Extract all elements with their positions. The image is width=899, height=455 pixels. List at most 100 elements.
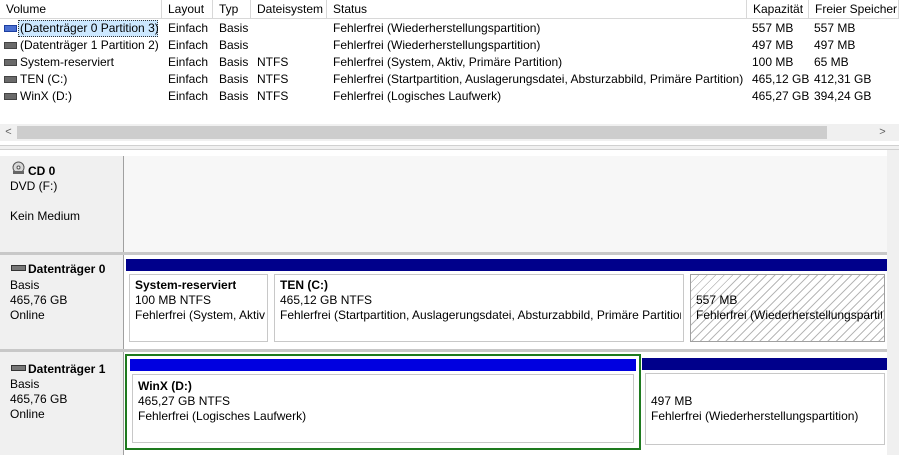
volume-type: Basis	[219, 72, 249, 86]
volume-name: WinX (D:)	[20, 89, 72, 103]
cd-drive-icon	[12, 161, 25, 174]
volume-status: Fehlerfrei (Wiederherstellungspartition)	[333, 21, 541, 35]
disk-row-1: Datenträger 1 Basis 465,76 GB Online Win…	[0, 352, 899, 455]
volume-icon	[4, 59, 17, 66]
hard-disk-icon	[11, 265, 26, 271]
column-header-free-space[interactable]: Freier Speicher	[809, 0, 899, 19]
volume-name: (Datenträger 1 Partition 2)	[20, 38, 159, 52]
volume-name: (Datenträger 0 Partition 3)	[20, 21, 159, 35]
partition-recovery-1[interactable]: 497 MB Fehlerfrei (Wiederherstellungspar…	[642, 358, 888, 448]
partition-status: Fehlerfrei (Startpartition, Auslagerungs…	[280, 308, 681, 322]
volume-row[interactable]: (Datenträger 1 Partition 2) Einfach Basi…	[0, 37, 899, 54]
partition-bar	[642, 358, 888, 370]
column-header-layout[interactable]: Layout	[162, 0, 213, 19]
volume-status: Fehlerfrei (Wiederherstellungspartition)	[333, 38, 541, 52]
volume-name: System-reserviert	[20, 55, 115, 69]
disk-label-cd0[interactable]: CD 0 DVD (F:) Kein Medium	[0, 156, 124, 252]
volume-status: Fehlerfrei (Startpartition, Auslagerungs…	[333, 72, 744, 86]
disk0-partitions: System-reserviert 100 MB NTFS Fehlerfrei…	[124, 255, 888, 349]
partition-size: 557 MB	[696, 293, 738, 307]
scroll-right-arrow-icon[interactable]: >	[874, 124, 891, 141]
disk-title: Datenträger 1	[28, 362, 106, 376]
column-header-status[interactable]: Status	[327, 0, 747, 19]
disk-state: Online	[10, 308, 45, 322]
partition-bar	[126, 259, 271, 271]
volume-fs: NTFS	[257, 72, 289, 86]
disk-state: Online	[10, 407, 45, 421]
volume-layout: Einfach	[168, 21, 209, 35]
partition-body: System-reserviert 100 MB NTFS Fehlerfrei…	[129, 274, 268, 342]
partition-name: System-reserviert	[135, 278, 237, 292]
volume-capacity: 100 MB	[752, 55, 794, 69]
partition-status: Fehlerfrei (Wiederherstellungspartition)	[696, 308, 882, 322]
disk1-partitions: WinX (D:) 465,27 GB NTFS Fehlerfrei (Log…	[124, 352, 888, 455]
volume-row[interactable]: System-reserviert Einfach Basis NTFS Feh…	[0, 54, 899, 71]
partition-name: TEN (C:)	[280, 278, 328, 292]
partition-size: 465,12 GB NTFS	[280, 293, 373, 307]
partition-status: Fehlerfrei (Wiederherstellungspartition)	[651, 409, 859, 423]
volume-free: 557 MB	[814, 21, 856, 35]
disk-title: CD 0	[28, 164, 56, 178]
volume-capacity: 465,27 GB	[752, 89, 810, 103]
volume-layout: Einfach	[168, 72, 209, 86]
partition-body: 497 MB Fehlerfrei (Wiederherstellungspar…	[645, 373, 885, 445]
partition-bar	[687, 259, 888, 271]
volume-icon	[4, 42, 17, 49]
column-header-type[interactable]: Typ	[213, 0, 251, 19]
partition-body: WinX (D:) 465,27 GB NTFS Fehlerfrei (Log…	[132, 374, 634, 443]
disk-size: 465,76 GB	[10, 392, 68, 406]
volume-icon	[4, 93, 17, 100]
partition-name: WinX (D:)	[138, 379, 192, 393]
scroll-left-arrow-icon[interactable]: <	[0, 124, 17, 141]
volume-row[interactable]: (Datenträger 0 Partition 3) Einfach Basi…	[0, 20, 899, 37]
partition-size: 465,27 GB NTFS	[138, 394, 231, 408]
volume-type: Basis	[219, 38, 249, 52]
volume-name: TEN (C:)	[20, 72, 68, 86]
volume-row[interactable]: WinX (D:) Einfach Basis NTFS Fehlerfrei …	[0, 88, 899, 105]
volume-type: Basis	[219, 89, 249, 103]
vertical-scrollbar[interactable]	[887, 150, 899, 455]
volume-layout: Einfach	[168, 38, 209, 52]
partition-body: 557 MB Fehlerfrei (Wiederherstellungspar…	[690, 274, 885, 342]
partition-body: TEN (C:) 465,12 GB NTFS Fehlerfrei (Star…	[274, 274, 684, 342]
partition-size: 100 MB NTFS	[135, 293, 212, 307]
disk-map: CD 0 DVD (F:) Kein Medium Datenträger 0 …	[0, 150, 899, 455]
disk-row-cd0: CD 0 DVD (F:) Kein Medium	[0, 156, 899, 252]
disk-size: 465,76 GB	[10, 293, 68, 307]
cd0-empty-area	[124, 156, 887, 252]
volume-free: 65 MB	[814, 55, 849, 69]
partition-recovery-0[interactable]: 557 MB Fehlerfrei (Wiederherstellungspar…	[687, 259, 888, 345]
partition-ten-c[interactable]: TEN (C:) 465,12 GB NTFS Fehlerfrei (Star…	[271, 259, 687, 345]
column-header-capacity[interactable]: Kapazität	[747, 0, 809, 19]
volume-free: 394,24 GB	[814, 89, 872, 103]
volume-status: Fehlerfrei (System, Aktiv, Primäre Parti…	[333, 55, 563, 69]
disk-drive-letter: DVD (F:)	[10, 179, 58, 193]
disk-label-1[interactable]: Datenträger 1 Basis 465,76 GB Online	[0, 352, 124, 455]
horizontal-scrollbar[interactable]: < >	[0, 124, 899, 141]
disk-title: Datenträger 0	[28, 262, 106, 276]
volume-icon	[4, 76, 17, 83]
volume-capacity: 465,12 GB	[752, 72, 810, 86]
volume-status: Fehlerfrei (Logisches Laufwerk)	[333, 89, 502, 103]
disk-type: Basis	[10, 278, 40, 292]
volume-layout: Einfach	[168, 89, 209, 103]
partition-bar	[271, 259, 687, 271]
volume-fs: NTFS	[257, 89, 289, 103]
partition-status: Fehlerfrei (Logisches Laufwerk)	[138, 409, 307, 423]
partition-winx-d[interactable]: WinX (D:) 465,27 GB NTFS Fehlerfrei (Log…	[125, 354, 641, 450]
volume-row[interactable]: TEN (C:) Einfach Basis NTFS Fehlerfrei (…	[0, 71, 899, 88]
column-header-volume[interactable]: Volume	[0, 0, 162, 19]
volume-layout: Einfach	[168, 55, 209, 69]
partition-size: 497 MB	[651, 394, 693, 408]
volume-icon	[4, 25, 17, 32]
partition-bar	[130, 359, 636, 371]
partition-status: Fehlerfrei (System, Aktiv, Primäre Parti…	[135, 308, 265, 322]
scrollbar-thumb[interactable]	[17, 126, 827, 139]
column-header-filesystem[interactable]: Dateisystem	[251, 0, 327, 19]
partition-system-reserved[interactable]: System-reserviert 100 MB NTFS Fehlerfrei…	[126, 259, 271, 345]
disk-media-status: Kein Medium	[10, 209, 81, 223]
volume-fs: NTFS	[257, 55, 289, 69]
volume-type: Basis	[219, 21, 249, 35]
disk-label-0[interactable]: Datenträger 0 Basis 465,76 GB Online	[0, 255, 124, 349]
hard-disk-icon	[11, 365, 26, 371]
